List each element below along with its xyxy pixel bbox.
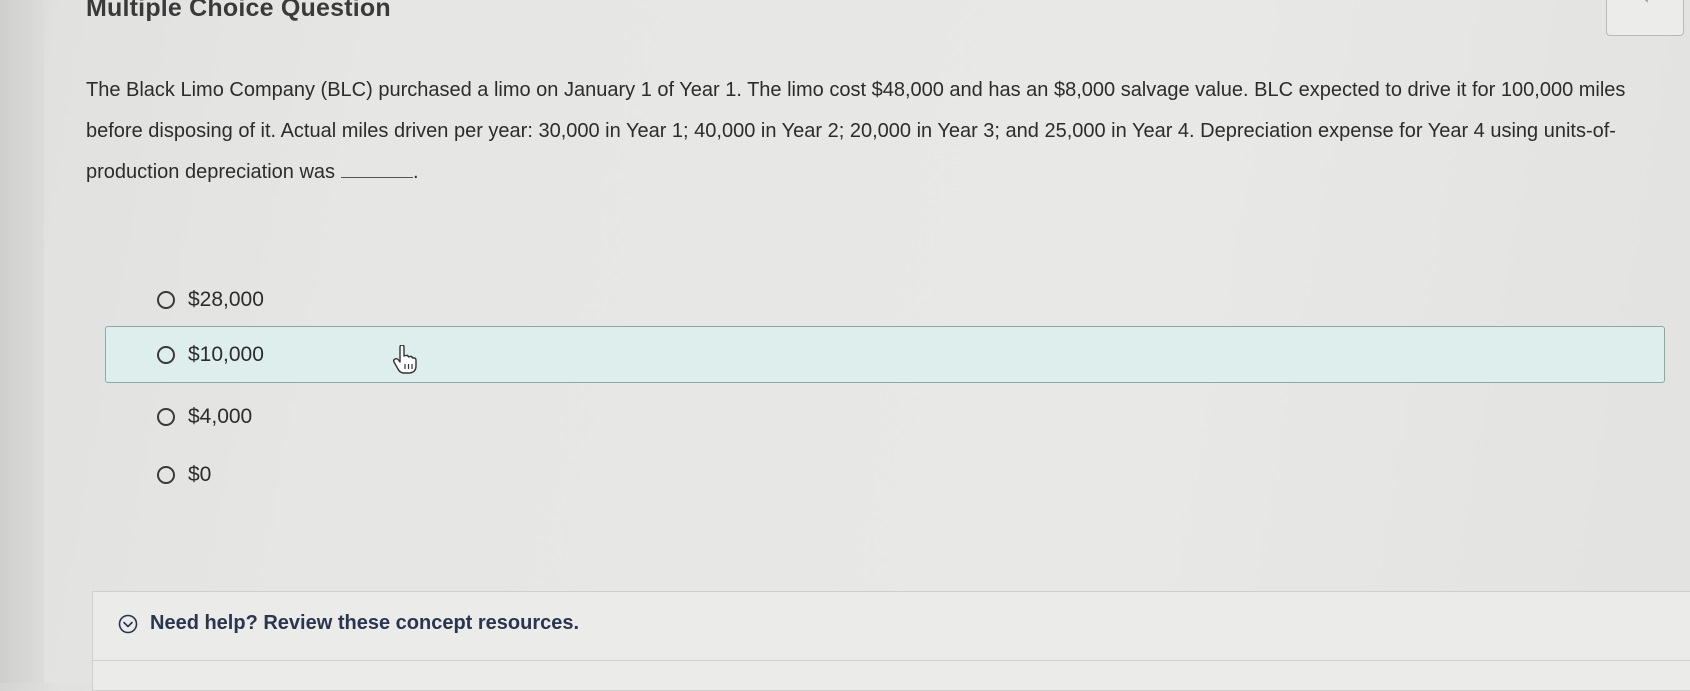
help-link-label[interactable]: Need help? Review these concept resource…	[150, 612, 579, 635]
speaker-icon	[1644, 0, 1648, 3]
radio-button[interactable]	[157, 290, 175, 309]
help-panel	[92, 591, 1690, 691]
choice-option-2[interactable]: $10,000	[105, 326, 1665, 383]
hand-pointer-icon	[392, 345, 417, 374]
help-divider	[92, 660, 1690, 661]
radio-button[interactable]	[157, 345, 175, 364]
radio-button[interactable]	[157, 465, 175, 484]
answer-blank	[341, 163, 414, 178]
page-title: Multiple Choice Question	[86, 0, 391, 22]
choice-option-4[interactable]: $0	[106, 446, 1664, 503]
chevron-down-circle-icon	[118, 614, 138, 633]
question-end-punctuation: .	[413, 161, 419, 183]
choice-label: $28,000	[188, 287, 264, 311]
help-toggle[interactable]: Need help? Review these concept resource…	[118, 612, 579, 635]
choice-label: $10,000	[188, 342, 264, 366]
left-margin	[0, 0, 44, 683]
radio-button[interactable]	[157, 407, 175, 426]
choice-label: $4,000	[188, 404, 253, 428]
choice-option-3[interactable]: $4,000	[106, 388, 1664, 445]
choice-option-1[interactable]: $28,000	[106, 271, 1664, 328]
question-stem: The Black Limo Company (BLC) purchased a…	[86, 70, 1646, 193]
question-text: The Black Limo Company (BLC) purchased a…	[86, 79, 1626, 183]
choice-label: $0	[188, 462, 212, 486]
audio-button[interactable]	[1606, 0, 1684, 36]
